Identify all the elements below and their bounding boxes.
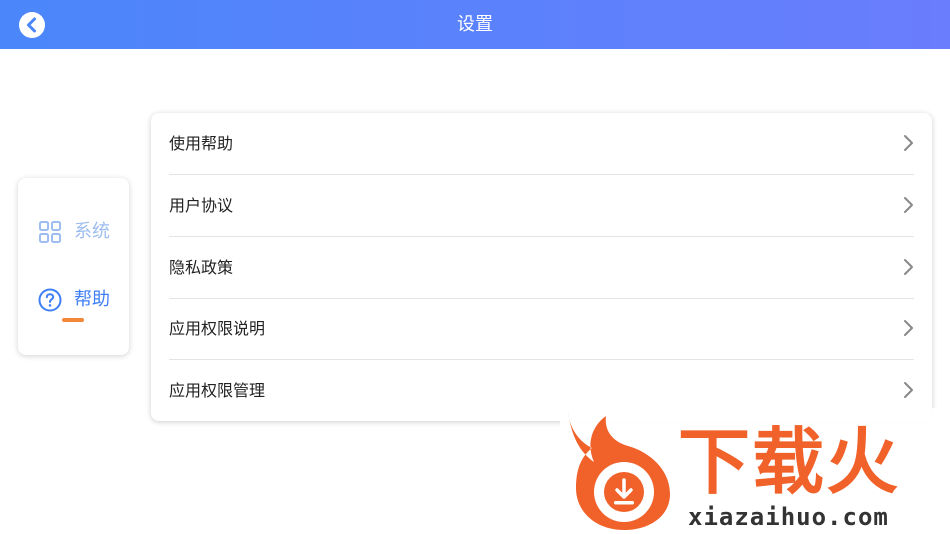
page-title: 设置 <box>457 14 493 35</box>
menu-item-label: 应用权限管理 <box>169 381 266 400</box>
chevron-right-icon <box>904 197 913 213</box>
chevron-right-icon <box>904 135 913 151</box>
question-circle-icon <box>38 288 62 312</box>
sidebar: 系统 帮助 <box>18 178 129 355</box>
grid-icon <box>39 221 61 243</box>
menu-item-label: 应用权限说明 <box>169 319 266 338</box>
flame-logo-icon <box>568 412 670 530</box>
menu-item-usage-help[interactable]: 使用帮助 <box>169 113 914 175</box>
chevron-right-icon <box>904 320 913 336</box>
sidebar-item-help[interactable]: 帮助 <box>18 278 129 322</box>
menu-item-privacy-policy[interactable]: 隐私政策 <box>169 237 914 299</box>
menu-item-label: 使用帮助 <box>169 134 234 153</box>
watermark-text: 下载火 <box>678 420 901 504</box>
watermark-url: xiazaihuo.com <box>688 503 889 531</box>
menu-list: 使用帮助 用户协议 隐私政策 应用权限说明 应用权限管理 <box>151 113 932 421</box>
menu-item-user-agreement[interactable]: 用户协议 <box>169 175 914 237</box>
active-indicator <box>62 318 84 322</box>
chevron-right-icon <box>904 259 913 275</box>
chevron-right-icon <box>904 382 913 398</box>
sidebar-item-label: 帮助 <box>74 289 110 310</box>
top-bar: 设置 <box>0 0 950 49</box>
menu-item-label: 隐私政策 <box>169 258 234 277</box>
menu-item-permission-description[interactable]: 应用权限说明 <box>169 298 914 360</box>
sidebar-item-system[interactable]: 系统 <box>18 210 129 254</box>
sidebar-item-label: 系统 <box>74 221 110 242</box>
menu-item-label: 用户协议 <box>169 196 234 215</box>
watermark: 下载火 xiazaihuo.com <box>560 408 950 534</box>
